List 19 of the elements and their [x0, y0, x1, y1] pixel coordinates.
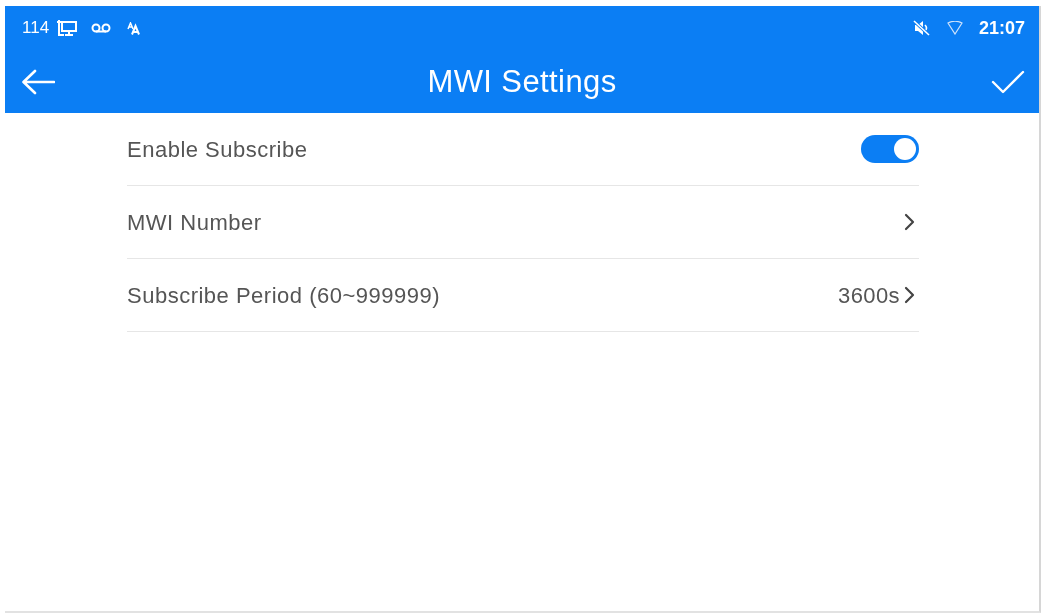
setting-label: Enable Subscribe [127, 135, 308, 164]
network-desktop-icon [57, 19, 78, 37]
toggle-switch[interactable] [861, 135, 919, 163]
setting-label: Subscribe Period (60~999999) [127, 281, 441, 310]
chevron-right-icon [904, 286, 915, 304]
setting-value: 3600s [838, 281, 900, 310]
chevron-right-icon [904, 213, 915, 231]
back-button[interactable] [21, 68, 55, 95]
extension-number: 114 [22, 17, 50, 40]
muted-speaker-icon [912, 20, 931, 36]
wifi-outline-icon [946, 21, 963, 35]
setting-label: MWI Number [127, 208, 262, 237]
page-title: MWI Settings [427, 66, 617, 97]
back-arrow-icon [21, 68, 55, 95]
save-button[interactable] [991, 69, 1025, 94]
voicemail-icon [91, 23, 112, 33]
clock-time: 21:07 [978, 16, 1025, 40]
checkmark-icon [991, 69, 1025, 94]
font-size-icon [127, 21, 142, 35]
